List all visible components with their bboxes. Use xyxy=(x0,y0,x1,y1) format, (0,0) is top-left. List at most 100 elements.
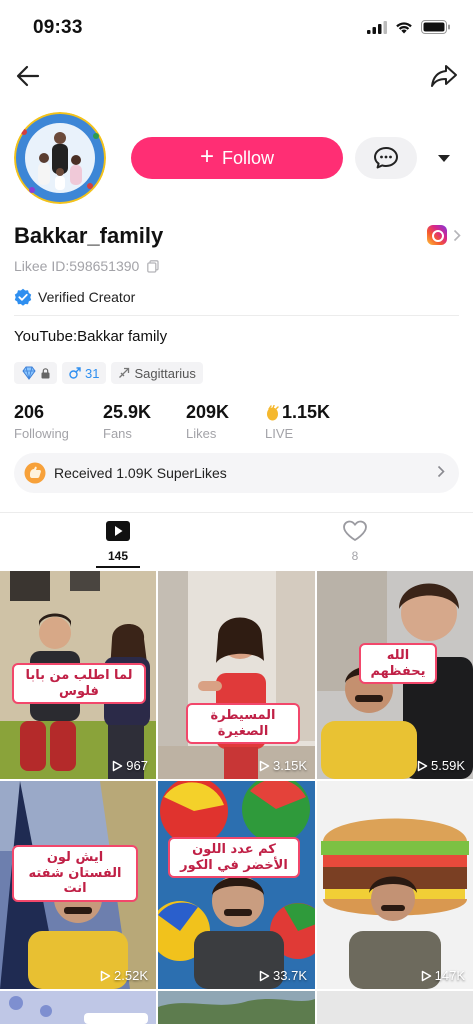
view-count-text: 967 xyxy=(126,758,148,773)
video-thumbnail[interactable]: المسيطرة الصغيرة 3.15K xyxy=(158,571,315,779)
video-thumbnail-image xyxy=(0,991,156,1024)
video-caption: المسيطرة الصغيرة xyxy=(186,703,300,745)
play-outline-icon xyxy=(417,760,428,771)
diamond-badge-icon xyxy=(22,366,36,380)
copy-icon[interactable] xyxy=(147,259,159,273)
tab-liked[interactable]: 8 xyxy=(325,520,385,570)
video-thumbnail[interactable] xyxy=(317,991,473,1024)
stat-label: Fans xyxy=(103,426,132,441)
arrow-left-icon xyxy=(16,65,40,87)
video-thumbnail[interactable] xyxy=(0,991,156,1024)
likee-id: Likee ID:598651390 xyxy=(14,258,159,274)
video-thumbnail[interactable]: ايش لون الفستان شفته انت 2.52K xyxy=(0,781,156,989)
status-icons xyxy=(367,20,451,34)
status-time: 09:33 xyxy=(33,17,83,38)
battery-icon xyxy=(421,20,450,34)
video-play-icon xyxy=(106,521,130,541)
view-count-text: 33.7K xyxy=(273,968,307,983)
tab-count: 145 xyxy=(107,549,129,563)
divider xyxy=(14,315,459,316)
stat-value: 1.15K xyxy=(282,402,331,422)
video-thumbnail[interactable]: كم عدد اللون الأخضر في الكور 33.7K xyxy=(158,781,315,989)
stat-fans[interactable]: 25.9K Fans xyxy=(103,402,151,441)
status-bar: 09:33 xyxy=(0,0,473,56)
caret-down-icon xyxy=(438,154,450,162)
divider xyxy=(0,512,473,513)
lock-icon xyxy=(41,367,50,378)
tab-count: 8 xyxy=(351,549,359,563)
stat-value: 206 xyxy=(14,402,45,422)
video-caption: ايش لون الفستان شفته انت xyxy=(12,845,138,902)
follow-button[interactable]: + Follow xyxy=(131,137,343,179)
view-count-text: 147K xyxy=(434,968,465,983)
superlike-icon xyxy=(24,462,46,484)
verified-badge: Verified Creator xyxy=(14,288,135,306)
video-thumbnail[interactable] xyxy=(158,991,315,1024)
view-count: 3.15K xyxy=(259,758,307,773)
plus-icon: + xyxy=(199,143,214,170)
stat-value: 25.9K xyxy=(103,402,152,422)
video-thumbnail-image xyxy=(158,571,315,779)
superlikes-banner[interactable]: Received 1.09K SuperLikes xyxy=(14,453,459,493)
play-outline-icon xyxy=(421,970,431,981)
video-thumbnail[interactable]: لما اطلب من بابا فلوس 967 xyxy=(0,571,156,779)
male-symbol-icon xyxy=(69,367,81,379)
stat-likes[interactable]: 209K Likes xyxy=(186,402,229,441)
video-caption: الله يحفظهم xyxy=(359,643,437,685)
instagram-link[interactable] xyxy=(427,225,461,245)
stat-live[interactable]: 1.15K LIVE xyxy=(265,402,330,441)
follow-label: Follow xyxy=(222,147,275,168)
age-value: 31 xyxy=(85,365,100,381)
verified-check-icon xyxy=(14,288,32,306)
video-thumbnail[interactable]: 147K xyxy=(317,781,473,989)
play-outline-icon xyxy=(259,970,270,981)
video-thumbnail-image xyxy=(317,781,473,989)
view-count-text: 2.52K xyxy=(114,968,148,983)
chevron-right-icon xyxy=(453,229,461,241)
badge-tag[interactable] xyxy=(14,362,57,384)
superlikes-text: Received 1.09K SuperLikes xyxy=(54,465,227,481)
stats-row: 206 Following 25.9K Fans 209K Likes 1.15… xyxy=(14,402,464,442)
username: Bakkar_family xyxy=(14,223,164,248)
stat-label: Following xyxy=(14,426,69,441)
cellular-signal-icon xyxy=(367,20,387,34)
stat-label: LIVE xyxy=(265,426,294,441)
chat-bubble-icon xyxy=(374,147,398,169)
view-count: 967 xyxy=(112,758,148,773)
instagram-icon xyxy=(427,225,447,245)
video-thumbnail-image xyxy=(158,991,315,1024)
message-button[interactable] xyxy=(355,137,417,179)
zodiac-tag: Sagittarius xyxy=(111,362,203,384)
stat-following[interactable]: 206 Following xyxy=(14,402,69,441)
video-thumbnail[interactable]: الله يحفظهم 5.59K xyxy=(317,571,473,779)
verified-label: Verified Creator xyxy=(38,289,136,305)
stat-value-live: 1.15K xyxy=(265,402,330,423)
active-tab-indicator xyxy=(96,566,140,568)
play-outline-icon xyxy=(113,760,123,771)
view-count: 5.59K xyxy=(417,758,465,773)
more-options-button[interactable] xyxy=(433,150,455,166)
stat-label: Likes xyxy=(186,426,217,441)
profile-tags: 31 Sagittarius xyxy=(14,362,203,384)
avatar[interactable] xyxy=(14,112,106,204)
play-outline-icon xyxy=(259,760,270,771)
video-thumbnail-image xyxy=(158,781,315,989)
share-arrow-icon xyxy=(431,65,457,87)
view-count-text: 5.59K xyxy=(431,758,465,773)
avatar-image xyxy=(14,112,106,204)
view-count-text: 3.15K xyxy=(273,758,307,773)
video-caption: كم عدد اللون الأخضر في الكور xyxy=(168,837,300,879)
video-caption: لما اطلب من بابا فلوس xyxy=(12,663,146,705)
sagittarius-icon xyxy=(119,367,130,378)
share-button[interactable] xyxy=(429,62,459,90)
video-thumbnail-image xyxy=(317,991,473,1024)
wifi-icon xyxy=(396,21,412,33)
chevron-right-icon xyxy=(437,465,445,478)
tab-videos[interactable]: 145 xyxy=(88,520,148,570)
view-count: 147K xyxy=(421,968,465,983)
bio: YouTube:Bakkar family xyxy=(14,328,168,345)
view-count: 33.7K xyxy=(259,968,307,983)
back-button[interactable] xyxy=(14,62,42,90)
heart-icon xyxy=(343,520,367,541)
view-count: 2.52K xyxy=(100,968,148,983)
